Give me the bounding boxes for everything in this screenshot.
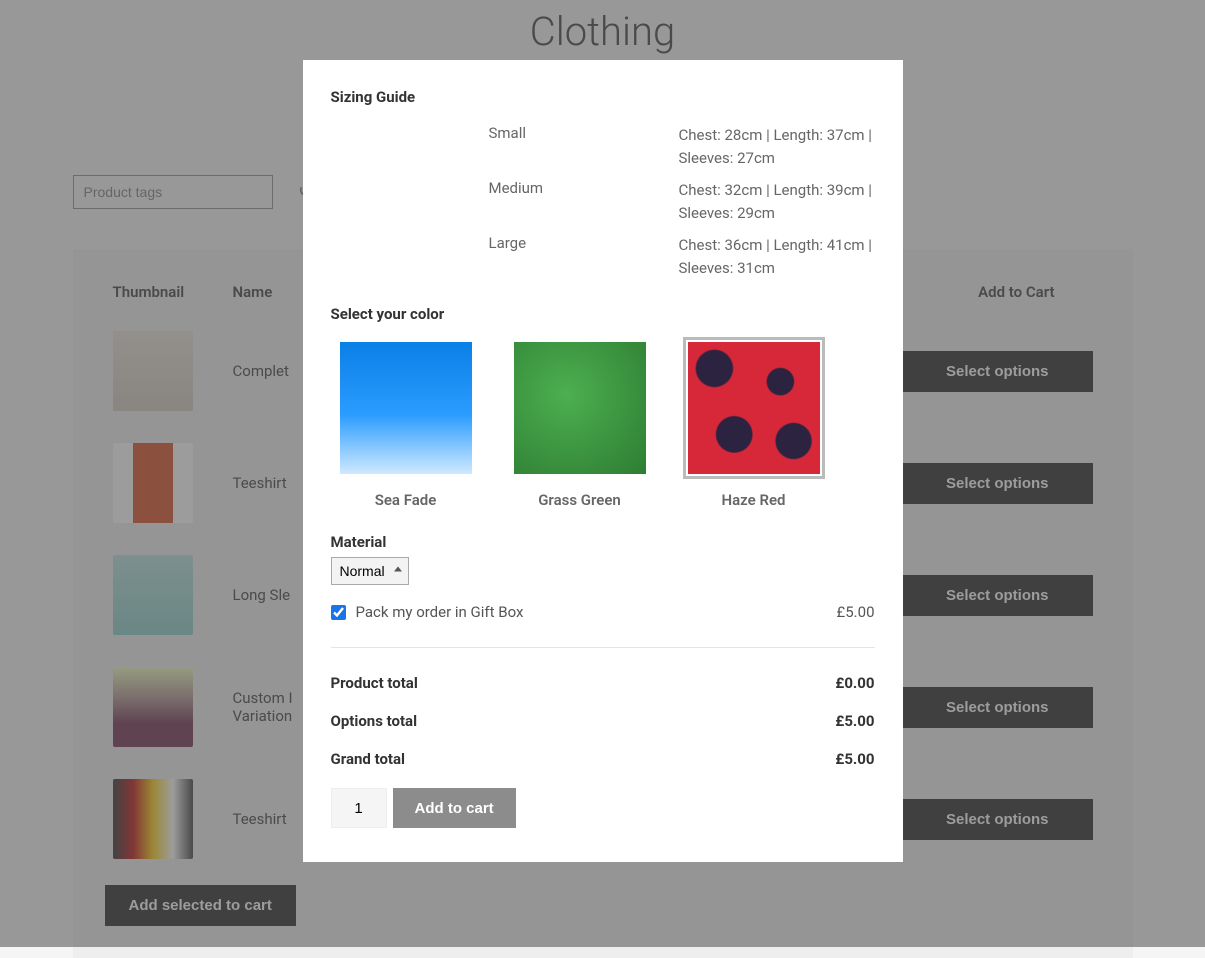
color-swatch-haze-red[interactable]: Haze Red xyxy=(679,337,829,509)
giftbox-row: Pack my order in Gift Box £5.00 xyxy=(331,603,875,648)
swatch-image xyxy=(688,342,820,474)
size-label: Small xyxy=(489,124,679,169)
add-to-cart-button[interactable]: Add to cart xyxy=(393,788,516,828)
swatch-label: Haze Red xyxy=(679,491,829,509)
swatch-label: Sea Fade xyxy=(331,491,481,509)
sizing-row: Medium Chest: 32cm | Length: 39cm | Slee… xyxy=(331,179,875,224)
color-swatch-row: Sea Fade Grass Green Haze Red xyxy=(331,337,875,509)
select-color-label: Select your color xyxy=(331,305,875,323)
product-options-modal: Sizing Guide Small Chest: 28cm | Length:… xyxy=(303,60,903,862)
swatch-image xyxy=(514,342,646,474)
size-label: Large xyxy=(489,234,679,279)
size-detail: Chest: 28cm | Length: 37cm | Sleeves: 27… xyxy=(679,124,875,169)
grand-total-label: Grand total xyxy=(331,750,406,768)
totals-section: Product total £0.00 Options total £5.00 … xyxy=(331,674,875,768)
product-total-label: Product total xyxy=(331,674,418,692)
color-swatch-grass-green[interactable]: Grass Green xyxy=(505,337,655,509)
sizing-row: Small Chest: 28cm | Length: 37cm | Sleev… xyxy=(331,124,875,169)
giftbox-checkbox[interactable] xyxy=(331,605,346,620)
sizing-row: Large Chest: 36cm | Length: 41cm | Sleev… xyxy=(331,234,875,279)
sizing-guide-title: Sizing Guide xyxy=(331,88,875,106)
swatch-label: Grass Green xyxy=(505,491,655,509)
size-label: Medium xyxy=(489,179,679,224)
dropdown-caret-icon xyxy=(394,567,402,572)
size-detail: Chest: 32cm | Length: 39cm | Sleeves: 29… xyxy=(679,179,875,224)
giftbox-price: £5.00 xyxy=(837,603,875,621)
grand-total-value: £5.00 xyxy=(835,750,874,768)
giftbox-label: Pack my order in Gift Box xyxy=(356,603,524,621)
material-label: Material xyxy=(331,533,875,551)
size-detail: Chest: 36cm | Length: 41cm | Sleeves: 31… xyxy=(679,234,875,279)
options-total-value: £5.00 xyxy=(835,712,874,730)
add-to-cart-row: Add to cart xyxy=(331,788,875,828)
modal-overlay[interactable]: Sizing Guide Small Chest: 28cm | Length:… xyxy=(0,0,1205,947)
giftbox-option[interactable]: Pack my order in Gift Box xyxy=(331,603,524,621)
options-total-label: Options total xyxy=(331,712,418,730)
product-total-value: £0.00 xyxy=(835,674,874,692)
quantity-input[interactable] xyxy=(331,788,387,828)
color-swatch-sea-fade[interactable]: Sea Fade xyxy=(331,337,481,509)
swatch-image xyxy=(340,342,472,474)
